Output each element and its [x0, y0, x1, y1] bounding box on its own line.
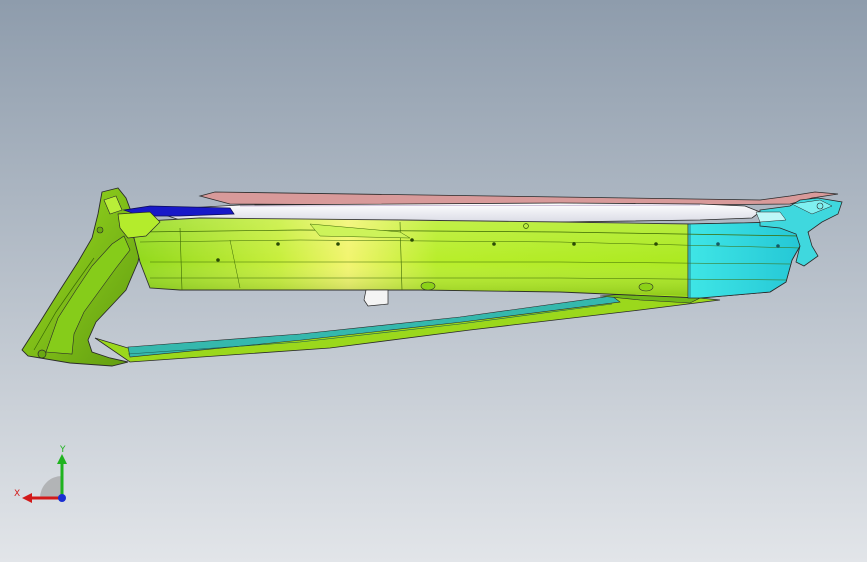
rivet [336, 242, 340, 246]
main-beam-body[interactable] [129, 217, 813, 299]
rivet [776, 244, 780, 248]
rivet [410, 238, 414, 242]
coordinate-triad[interactable]: Y X [10, 440, 80, 510]
z-axis-point [58, 494, 66, 502]
rivet [716, 242, 720, 246]
rivet [654, 242, 658, 246]
triad-plane-quadrant [40, 476, 62, 498]
mount-hole [37, 349, 47, 359]
rivet [216, 258, 220, 262]
white-clip[interactable] [363, 289, 389, 307]
cad-model-view[interactable] [0, 0, 867, 562]
rivet [572, 242, 576, 246]
triad-graphic: Y X [14, 445, 67, 503]
x-axis-label: X [14, 489, 20, 499]
graphics-viewport[interactable]: Y X [0, 0, 867, 562]
rivet [276, 242, 280, 246]
rivet [492, 242, 496, 246]
y-axis-label: Y [59, 445, 66, 455]
